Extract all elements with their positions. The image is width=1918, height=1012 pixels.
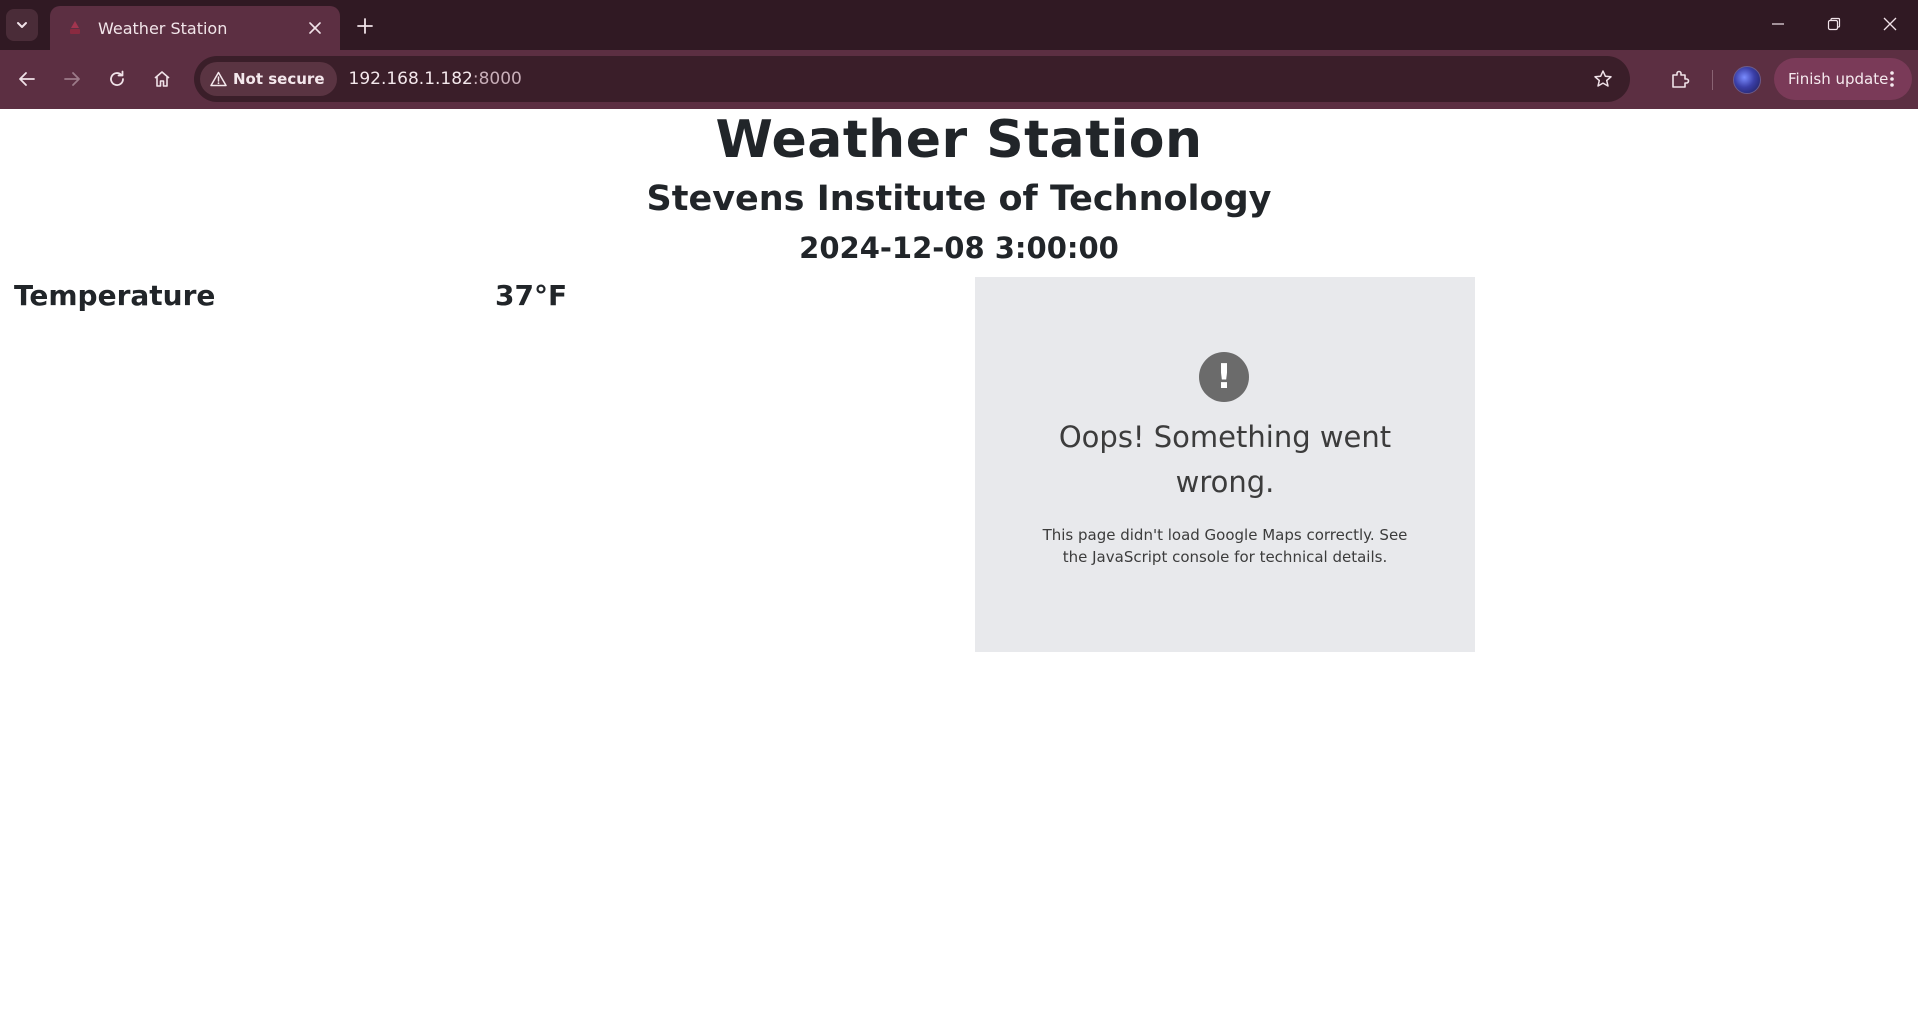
error-exclamation-icon: ! bbox=[1199, 352, 1249, 402]
star-icon bbox=[1594, 70, 1612, 87]
close-window-icon bbox=[1883, 17, 1897, 31]
forward-arrow-icon bbox=[64, 72, 80, 86]
browser-toolbar: Not secure 192.168.1.182:8000 Finish upd… bbox=[0, 50, 1918, 109]
restore-window-button[interactable] bbox=[1812, 8, 1856, 40]
minimize-window-button[interactable] bbox=[1756, 8, 1800, 40]
map-error-panel: ! Oops! Something went wrong. This page … bbox=[975, 277, 1475, 652]
tab-search-icon bbox=[17, 22, 27, 28]
map-error-message: This page didn't load Google Maps correc… bbox=[1042, 526, 1408, 566]
extensions-button[interactable] bbox=[1662, 62, 1698, 98]
address-bar[interactable]: Not secure 192.168.1.182:8000 bbox=[194, 56, 1630, 102]
weather-favicon-icon bbox=[66, 19, 84, 37]
security-label: Not secure bbox=[233, 70, 325, 88]
back-button[interactable] bbox=[9, 61, 45, 97]
tab-search-button[interactable] bbox=[6, 9, 38, 41]
page-subtitle: Stevens Institute of Technology bbox=[646, 179, 1272, 219]
tab-close-button[interactable] bbox=[304, 17, 326, 39]
toolbar-separator bbox=[1712, 70, 1713, 90]
profile-avatar[interactable] bbox=[1733, 66, 1761, 94]
site-info-chip[interactable]: Not secure bbox=[200, 62, 337, 96]
close-icon bbox=[309, 22, 321, 34]
tab-strip: Weather Station bbox=[0, 0, 1918, 50]
finish-update-label: Finish update bbox=[1788, 70, 1889, 88]
reading-timestamp: 2024-12-08 3:00:00 bbox=[799, 231, 1119, 265]
warning-triangle-icon bbox=[210, 71, 227, 87]
more-vert-icon bbox=[1882, 69, 1902, 89]
home-icon bbox=[154, 71, 170, 87]
tab-title: Weather Station bbox=[98, 18, 228, 38]
temperature-label: Temperature bbox=[14, 279, 216, 312]
page-title: Weather Station bbox=[715, 110, 1203, 170]
map-error-title: Oops! Something went wrong. bbox=[1058, 420, 1392, 499]
minimize-icon bbox=[1772, 23, 1784, 25]
url-text[interactable]: 192.168.1.182:8000 bbox=[349, 69, 522, 89]
reload-button[interactable] bbox=[99, 61, 135, 97]
bookmark-button[interactable] bbox=[1586, 62, 1620, 96]
page-content: Weather Station Stevens Institute of Tec… bbox=[0, 109, 1918, 1012]
close-window-button[interactable] bbox=[1868, 8, 1912, 40]
browser-tab-weather-station[interactable]: Weather Station bbox=[50, 6, 340, 50]
url-host: 192.168.1.182 bbox=[348, 69, 473, 89]
new-tab-button[interactable] bbox=[350, 11, 380, 41]
temperature-value: 37°F bbox=[495, 279, 568, 312]
extensions-puzzle-icon bbox=[1672, 70, 1690, 88]
plus-icon bbox=[357, 18, 373, 34]
reload-icon bbox=[110, 70, 124, 86]
back-arrow-icon bbox=[19, 72, 35, 86]
home-button[interactable] bbox=[144, 61, 180, 97]
forward-button[interactable] bbox=[54, 61, 90, 97]
restore-icon bbox=[1827, 17, 1841, 31]
url-port: :8000 bbox=[472, 69, 522, 89]
finish-update-button[interactable]: Finish update bbox=[1774, 58, 1912, 100]
